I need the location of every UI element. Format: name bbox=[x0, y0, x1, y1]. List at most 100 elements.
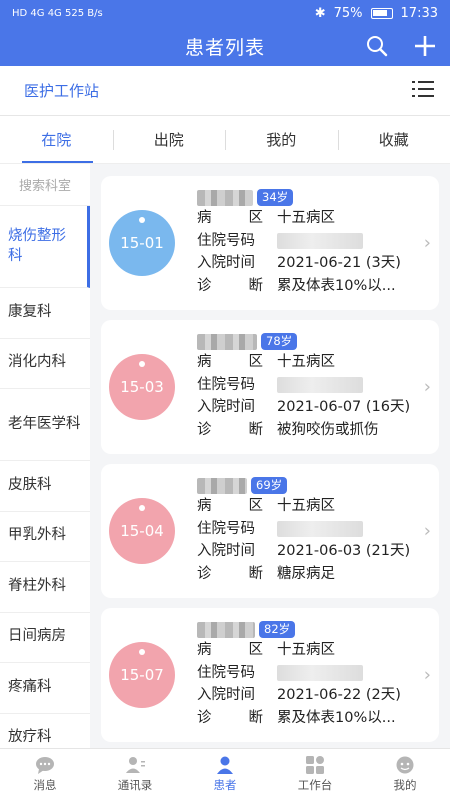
sidebar-item-geriatrics[interactable]: 老年医学科 bbox=[0, 389, 90, 461]
top-header: HD 4G 4G 525 B/s ✱ 75% 17:33 患者列表 bbox=[0, 0, 450, 66]
bed-badge: 15-01 bbox=[109, 210, 175, 276]
tab-mine[interactable]: 我的 bbox=[225, 116, 338, 163]
workstation-label[interactable]: 医护工作站 bbox=[24, 80, 99, 101]
status-bar: HD 4G 4G 525 B/s ✱ 75% 17:33 bbox=[0, 0, 450, 26]
ward-label: 病区 bbox=[197, 642, 263, 658]
patient-name-redacted bbox=[197, 189, 253, 206]
signal-info: HD 4G 4G 525 B/s bbox=[12, 7, 103, 19]
list-menu-button[interactable] bbox=[412, 80, 434, 102]
ward-value: 十五病区 bbox=[277, 642, 335, 658]
chevron-right-icon: › bbox=[423, 664, 431, 686]
title-bar: 患者列表 bbox=[0, 26, 450, 66]
nav-workbench[interactable]: 工作台 bbox=[270, 749, 360, 800]
ward-value: 十五病区 bbox=[277, 354, 335, 370]
patient-list: 15-01 34岁 病区十五病区 住院号码 入院时间 2021-06-21 (3天… bbox=[90, 164, 450, 748]
add-button[interactable] bbox=[412, 33, 438, 59]
patient-icon bbox=[217, 756, 233, 774]
patient-card[interactable]: 15-04 69岁 病区十五病区 住院号码 入院时间 2021-06-03 (21… bbox=[101, 464, 439, 598]
id-label: 住院号码 bbox=[197, 232, 255, 249]
id-redacted bbox=[277, 376, 363, 393]
id-redacted bbox=[277, 520, 363, 537]
bottom-nav: 消息 通讯录 患者 工作台 我的 bbox=[0, 748, 450, 800]
bed-badge: 15-07 bbox=[109, 642, 175, 708]
nav-messages[interactable]: 消息 bbox=[0, 749, 90, 800]
nav-label: 消息 bbox=[33, 778, 57, 792]
chat-icon bbox=[36, 757, 54, 774]
id-label: 住院号码 bbox=[197, 664, 255, 681]
nav-patients[interactable]: 患者 bbox=[180, 749, 270, 800]
age-badge: 82岁 bbox=[259, 621, 296, 638]
battery-percent: 75% bbox=[333, 5, 363, 21]
patient-name-redacted bbox=[197, 621, 255, 638]
patient-card[interactable]: 15-03 78岁 病区十五病区 住院号码 入院时间 2021-06-07 (16… bbox=[101, 320, 439, 454]
main-content: 搜索科室 烧伤整形科 康复科 消化内科 老年医学科 皮肤科 甲乳外科 脊柱外科 … bbox=[0, 164, 450, 748]
sidebar-item-day-ward[interactable]: 日间病房 bbox=[0, 613, 90, 663]
diag-label: 诊断 bbox=[197, 421, 263, 438]
sidebar-item-burn-plastic[interactable]: 烧伤整形科 bbox=[0, 206, 90, 288]
id-redacted bbox=[277, 232, 363, 249]
sidebar-item-rehab[interactable]: 康复科 bbox=[0, 288, 90, 339]
sidebar-item-spine[interactable]: 脊柱外科 bbox=[0, 562, 90, 613]
admit-label: 入院时间 bbox=[197, 543, 255, 559]
patient-name-redacted bbox=[197, 477, 247, 494]
department-search[interactable]: 搜索科室 bbox=[0, 164, 90, 206]
diag-label: 诊断 bbox=[197, 709, 263, 726]
diag-label: 诊断 bbox=[197, 277, 263, 294]
department-sidebar: 搜索科室 烧伤整形科 康复科 消化内科 老年医学科 皮肤科 甲乳外科 脊柱外科 … bbox=[0, 164, 90, 748]
plus-icon bbox=[415, 36, 435, 56]
admit-label: 入院时间 bbox=[197, 687, 255, 703]
age-badge: 78岁 bbox=[261, 333, 298, 350]
admit-value: 2021-06-07 (16天) bbox=[277, 399, 411, 415]
patient-name-redacted bbox=[197, 333, 257, 350]
id-label: 住院号码 bbox=[197, 520, 255, 537]
nav-contacts[interactable]: 通讯录 bbox=[90, 749, 180, 800]
bed-badge: 15-04 bbox=[109, 498, 175, 564]
sidebar-item-gastro[interactable]: 消化内科 bbox=[0, 339, 90, 389]
patient-card[interactable]: 15-07 82岁 病区十五病区 住院号码 入院时间 2021-06-22 (2天… bbox=[101, 608, 439, 742]
sidebar-item-thyroid-breast[interactable]: 甲乳外科 bbox=[0, 512, 90, 562]
bed-badge: 15-03 bbox=[109, 354, 175, 420]
ward-label: 病区 bbox=[197, 354, 263, 370]
admit-value: 2021-06-22 (2天) bbox=[277, 687, 401, 703]
chevron-right-icon: › bbox=[423, 232, 431, 254]
workbench-icon bbox=[306, 756, 324, 774]
nav-label: 通讯录 bbox=[117, 778, 153, 792]
ward-label: 病区 bbox=[197, 210, 263, 226]
age-badge: 34岁 bbox=[257, 189, 294, 206]
ward-value: 十五病区 bbox=[277, 210, 335, 226]
id-label: 住院号码 bbox=[197, 376, 255, 393]
admit-label: 入院时间 bbox=[197, 399, 255, 415]
age-badge: 69岁 bbox=[251, 477, 288, 494]
diag-value: 累及体表10%以... bbox=[277, 277, 396, 294]
list-icon bbox=[412, 80, 434, 97]
diag-value: 糖尿病足 bbox=[277, 565, 335, 582]
admit-value: 2021-06-03 (21天) bbox=[277, 543, 411, 559]
diag-value: 累及体表10%以... bbox=[277, 709, 396, 726]
diag-value: 被狗咬伤或抓伤 bbox=[277, 421, 379, 438]
ward-label: 病区 bbox=[197, 498, 263, 514]
clock: 17:33 bbox=[400, 5, 438, 21]
id-redacted bbox=[277, 664, 363, 681]
admit-label: 入院时间 bbox=[197, 255, 255, 271]
sidebar-item-dermatology[interactable]: 皮肤科 bbox=[0, 461, 90, 512]
nav-label: 工作台 bbox=[297, 778, 333, 792]
profile-icon bbox=[396, 756, 414, 774]
chevron-right-icon: › bbox=[423, 520, 431, 542]
page-title: 患者列表 bbox=[184, 36, 265, 59]
sidebar-item-radiotherapy[interactable]: 放疗科 bbox=[0, 714, 90, 749]
nav-label: 我的 bbox=[393, 778, 417, 792]
search-icon bbox=[367, 36, 388, 57]
sidebar-item-pain[interactable]: 疼痛科 bbox=[0, 663, 90, 714]
tab-favorites[interactable]: 收藏 bbox=[337, 116, 450, 163]
search-button[interactable] bbox=[364, 33, 390, 59]
tab-inpatient[interactable]: 在院 bbox=[0, 116, 113, 163]
tab-discharged[interactable]: 出院 bbox=[112, 116, 226, 163]
diag-label: 诊断 bbox=[197, 565, 263, 582]
nav-profile[interactable]: 我的 bbox=[360, 749, 450, 800]
patient-card[interactable]: 15-01 34岁 病区十五病区 住院号码 入院时间 2021-06-21 (3天… bbox=[101, 176, 439, 310]
status-tabs: 在院 出院 我的 收藏 bbox=[0, 116, 450, 164]
battery-icon bbox=[370, 7, 393, 19]
bluetooth-icon: ✱ bbox=[314, 5, 326, 21]
admit-value: 2021-06-21 (3天) bbox=[277, 255, 401, 271]
nav-label: 患者 bbox=[213, 778, 237, 792]
